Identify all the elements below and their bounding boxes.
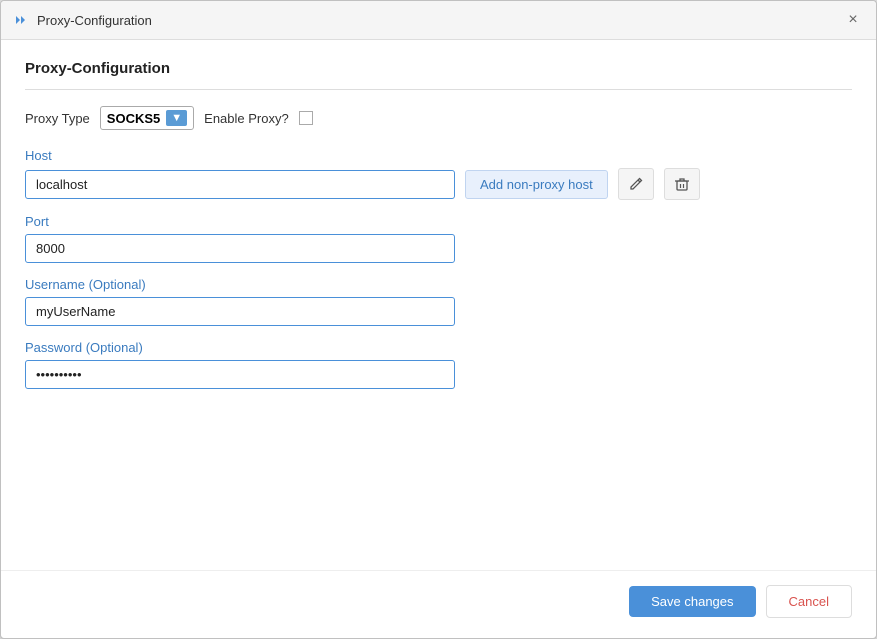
cancel-button[interactable]: Cancel bbox=[766, 585, 852, 618]
proxy-config-dialog: Proxy-Configuration × Proxy-Configuratio… bbox=[0, 0, 877, 639]
proxy-type-row: Proxy Type SOCKS5 ▼ Enable Proxy? bbox=[25, 106, 852, 130]
password-field-row bbox=[25, 360, 852, 389]
password-section: Password (Optional) bbox=[25, 340, 852, 389]
port-field-row bbox=[25, 234, 852, 263]
password-label: Password (Optional) bbox=[25, 340, 852, 355]
heading-divider bbox=[25, 89, 852, 90]
close-button[interactable]: × bbox=[842, 9, 864, 31]
proxy-type-select[interactable]: SOCKS5 ▼ bbox=[100, 106, 194, 130]
username-field-row bbox=[25, 297, 852, 326]
dialog-heading: Proxy-Configuration bbox=[25, 60, 852, 77]
password-input[interactable] bbox=[25, 360, 455, 389]
host-input[interactable] bbox=[25, 170, 455, 199]
proxy-type-label: Proxy Type bbox=[25, 111, 90, 126]
host-section: Host Add non-proxy host bbox=[25, 148, 852, 200]
port-section: Port bbox=[25, 214, 852, 263]
dialog-icon bbox=[13, 11, 31, 29]
edit-button[interactable] bbox=[618, 168, 654, 200]
dropdown-arrow-icon[interactable]: ▼ bbox=[166, 110, 187, 126]
port-label: Port bbox=[25, 214, 852, 229]
proxy-type-value: SOCKS5 bbox=[107, 111, 160, 126]
dialog-content: Proxy-Configuration Proxy Type SOCKS5 ▼ … bbox=[1, 40, 876, 570]
host-label: Host bbox=[25, 148, 852, 163]
enable-proxy-label: Enable Proxy? bbox=[204, 111, 289, 126]
enable-proxy-checkbox[interactable] bbox=[299, 111, 313, 125]
username-input[interactable] bbox=[25, 297, 455, 326]
port-input[interactable] bbox=[25, 234, 455, 263]
title-bar-text: Proxy-Configuration bbox=[37, 13, 842, 28]
dialog-footer: Save changes Cancel bbox=[1, 570, 876, 638]
host-field-row: Add non-proxy host bbox=[25, 168, 852, 200]
save-changes-button[interactable]: Save changes bbox=[629, 586, 755, 617]
delete-button[interactable] bbox=[664, 168, 700, 200]
add-non-proxy-button[interactable]: Add non-proxy host bbox=[465, 170, 608, 199]
title-bar: Proxy-Configuration × bbox=[1, 1, 876, 40]
username-label: Username (Optional) bbox=[25, 277, 852, 292]
username-section: Username (Optional) bbox=[25, 277, 852, 326]
